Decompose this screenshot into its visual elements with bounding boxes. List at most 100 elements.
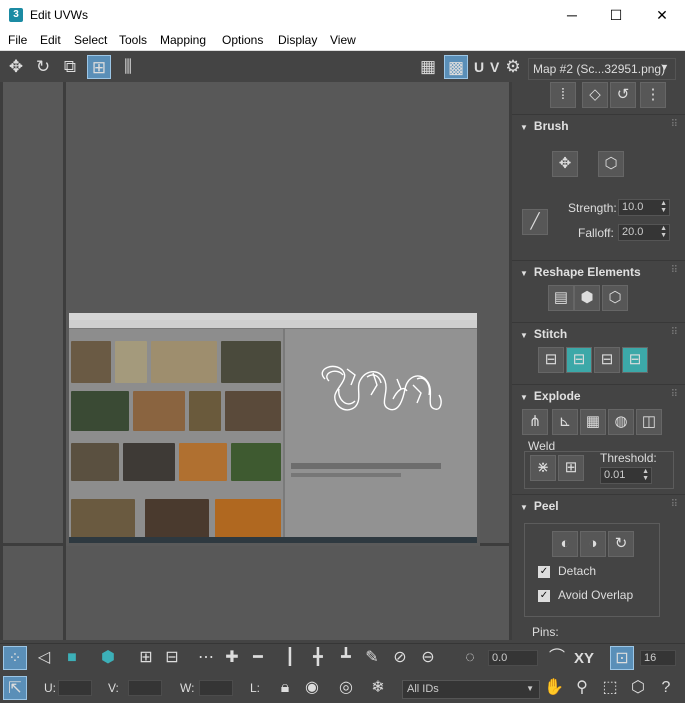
grip-icon: ⠿ — [670, 265, 678, 276]
weld-all-icon[interactable]: ⊞ — [558, 455, 584, 481]
u-field[interactable] — [58, 680, 92, 696]
select-ring-icon[interactable]: ⁞ — [550, 82, 576, 108]
peel-mode-icon[interactable]: ◑ — [580, 531, 606, 557]
minimize-button[interactable]: ─ — [549, 0, 595, 31]
ring-shrink-icon[interactable]: ━ — [246, 646, 270, 670]
straighten-selection-icon[interactable]: ▤ — [548, 285, 574, 311]
rotate-angle-field[interactable]: 0.0 — [488, 650, 538, 666]
reshape-elements-header[interactable]: ▼ Reshape Elements — [520, 265, 641, 279]
loop-select-icon[interactable]: ┃ — [278, 646, 302, 670]
edge-mode-icon[interactable]: ◁ — [32, 646, 56, 670]
v-field[interactable] — [128, 680, 162, 696]
falloff-spinner[interactable]: 20.0 ▲ ▼ — [618, 224, 670, 241]
reset-peel-icon[interactable]: ↻ — [608, 531, 634, 557]
brush-falloff-icon[interactable]: ╱ — [522, 209, 548, 235]
stitch-to-target-icon[interactable]: ⊟ — [538, 347, 564, 373]
close-button[interactable]: ✕ — [639, 0, 685, 31]
stitch-average-icon[interactable]: ⊟ — [566, 347, 592, 373]
freeze-icon[interactable]: ❄ — [366, 676, 390, 700]
id-filter-dropdown[interactable]: All IDs ▼ — [402, 680, 540, 699]
freeform-mode-icon[interactable]: ⊞ — [87, 55, 111, 79]
help-icon[interactable]: ? — [654, 676, 678, 700]
relax-icon[interactable]: ⬢ — [574, 285, 600, 311]
detach-edge-icon[interactable]: ⊾ — [552, 409, 578, 435]
rotate-icon[interactable]: ↻ — [31, 55, 55, 79]
zoom-region-icon[interactable]: ⬚ — [598, 676, 622, 700]
absolute-offset-icon[interactable]: ⇱ — [3, 676, 27, 700]
polygon-mode-icon[interactable]: ■ — [60, 646, 84, 670]
flatten-by-icon[interactable]: ◫ — [636, 409, 662, 435]
side-panel: ⁞ ◇ ↺ ⋮ ▼ Brush ⠿ ✥ ⬡ ╱ Strength: 10.0 ▲ ▼ … — [512, 82, 685, 640]
paint-select-icon[interactable]: ✎ — [360, 646, 384, 670]
paint-grow-icon[interactable]: ⊘ — [388, 646, 412, 670]
ring-grow-icon[interactable]: ✚ — [220, 646, 244, 670]
hide-icon[interactable]: ◎ — [334, 676, 358, 700]
pan-icon[interactable]: ✋ — [542, 676, 566, 700]
stitch-header[interactable]: ▼ Stitch — [520, 327, 567, 341]
menu-mapping[interactable]: Mapping — [160, 33, 206, 47]
uv-viewport[interactable] — [0, 82, 512, 640]
shrink-icon[interactable]: ⊟ — [160, 646, 184, 670]
detach-label: Detach — [558, 564, 597, 578]
select-pattern-icon[interactable]: ◇ — [582, 82, 608, 108]
move-icon[interactable]: ✥ — [4, 55, 28, 79]
break-icon[interactable]: ⋔ — [522, 409, 548, 435]
threshold-label: Threshold: — [600, 451, 657, 465]
grid-size-field[interactable]: 16 — [640, 650, 676, 666]
threshold-spinner[interactable]: 0.01 ▲ ▼ — [600, 467, 652, 484]
w-field[interactable] — [199, 680, 233, 696]
scale-icon[interactable]: ⧉ — [58, 55, 82, 79]
explode-header[interactable]: ▼ Explode — [520, 389, 581, 403]
strength-spinner[interactable]: 10.0 ▲ ▼ — [618, 199, 670, 216]
loop-icon[interactable]: ⋯ — [194, 646, 218, 670]
xy-toggle[interactable]: XY — [574, 650, 594, 667]
texture-map-value: Map #2 (Sc...32951.png) — [533, 62, 666, 76]
lock-icon[interactable]: 🔒︎ — [273, 676, 297, 700]
texture-map-dropdown[interactable]: Map #2 (Sc...32951.png) ▼ — [528, 58, 676, 80]
zoom-extents-icon[interactable]: ⬡ — [626, 676, 650, 700]
menu-tools[interactable]: Tools — [119, 33, 147, 47]
title-bar: 3 Edit UVWs ─ ☐ ✕ — [0, 0, 685, 31]
mirror-icon[interactable]: ⫼ — [116, 55, 140, 79]
snap-icon[interactable]: ⌒ — [545, 646, 569, 670]
menu-bar: File Edit Select Tools Mapping Options D… — [0, 31, 685, 51]
select-loop-icon[interactable]: ⋮ — [640, 82, 666, 108]
brush-rollout-header[interactable]: ▼ Brush — [520, 119, 569, 133]
menu-file[interactable]: File — [8, 33, 27, 47]
grow-selection-icon[interactable]: ↺ — [610, 82, 636, 108]
zoom-icon[interactable]: ⚲ — [570, 676, 594, 700]
menu-options[interactable]: Options — [222, 33, 263, 47]
split-icon[interactable]: ▦ — [580, 409, 606, 435]
loop-grow-icon[interactable]: ╋ — [306, 646, 330, 670]
stitch-custom-icon[interactable]: ⊟ — [622, 347, 648, 373]
checker-pattern-icon[interactable]: ▦ — [416, 55, 440, 79]
avoid-overlap-checkbox[interactable]: ✓ — [538, 590, 550, 602]
vertex-mode-icon[interactable]: ⁘ — [3, 646, 27, 670]
peel-header[interactable]: ▼ Peel — [520, 499, 559, 513]
menu-select[interactable]: Select — [74, 33, 107, 47]
paint-move-icon[interactable]: ✥ — [552, 151, 578, 177]
rotate-angle-icon[interactable]: ◌ — [458, 646, 482, 670]
grid-snap-icon[interactable]: ⊡ — [610, 646, 634, 670]
falloff-label: Falloff: — [578, 226, 614, 240]
flatten-icon[interactable]: ⬡ — [602, 285, 628, 311]
loop-shrink-icon[interactable]: ┻ — [334, 646, 358, 670]
relax-brush-icon[interactable]: ⬡ — [598, 151, 624, 177]
paint-shrink-icon[interactable]: ⊖ — [416, 646, 440, 670]
explode-icon[interactable]: ◍ — [608, 409, 634, 435]
settings-icon[interactable]: ⚙ — [501, 55, 525, 79]
menu-view[interactable]: View — [330, 33, 356, 47]
grow-icon[interactable]: ⊞ — [134, 646, 158, 670]
detach-checkbox[interactable]: ✓ — [538, 566, 550, 578]
maximize-button[interactable]: ☐ — [593, 0, 639, 31]
menu-edit[interactable]: Edit — [40, 33, 61, 47]
quick-peel-icon[interactable]: ◐ — [552, 531, 578, 557]
uv-toggle[interactable]: U V — [474, 55, 500, 79]
chevron-down-icon: ▼ — [526, 684, 534, 693]
stitch-to-source-icon[interactable]: ⊟ — [594, 347, 620, 373]
eye-icon[interactable]: ◉ — [300, 676, 324, 700]
menu-display[interactable]: Display — [278, 33, 317, 47]
show-map-icon[interactable]: ▩ — [444, 55, 468, 79]
weld-selected-icon[interactable]: ⋇ — [530, 455, 556, 481]
element-mode-icon[interactable]: ⬢ — [96, 646, 120, 670]
